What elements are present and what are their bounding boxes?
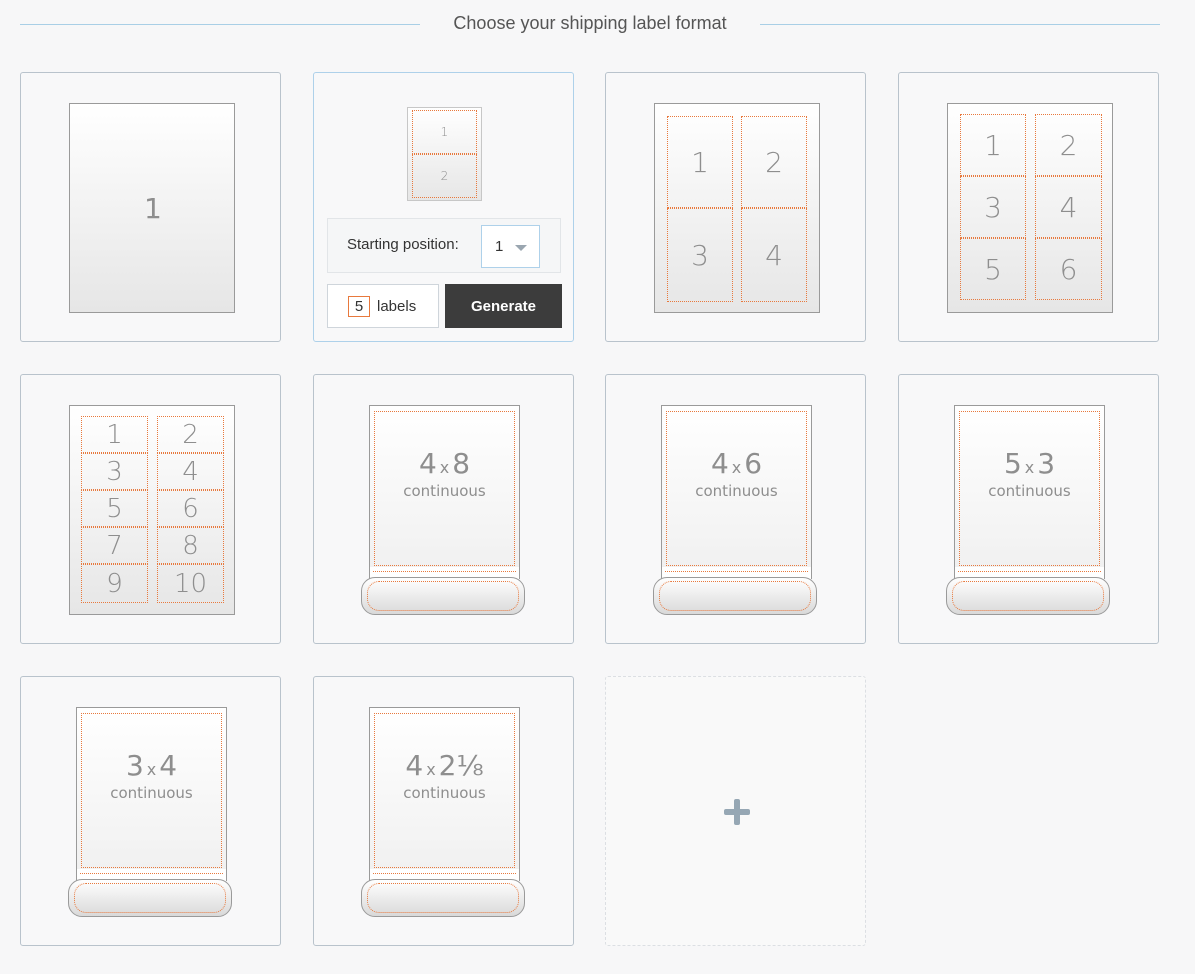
label-cell: 3 [960, 176, 1026, 238]
label-number: 1 [144, 192, 162, 225]
roll-cylinder [946, 577, 1110, 615]
labels-count-unit: labels [377, 298, 417, 315]
format-card-10-per-page[interactable]: 1 2 3 4 5 6 7 8 9 10 [20, 374, 281, 644]
label-type: continuous [988, 482, 1071, 500]
generate-button[interactable]: Generate [445, 284, 562, 328]
format-card-roll-4x8[interactable]: 4x8 continuous [313, 374, 574, 644]
label-cell: 9 [81, 564, 148, 603]
sheet-preview: 1 2 [407, 107, 482, 201]
label-type: continuous [695, 482, 778, 500]
starting-position-value: 1 [495, 238, 504, 255]
label-dimensions: 4x8 [418, 447, 471, 480]
label-type: continuous [110, 784, 193, 802]
roll-label-preview: 4x6 continuous [661, 405, 812, 577]
roll-cylinder [653, 577, 817, 615]
page-header: Choose your shipping label format [20, 0, 1160, 48]
format-card-6-per-page[interactable]: 1 2 3 4 5 6 [898, 72, 1159, 342]
plus-icon [724, 799, 750, 825]
label-cell: 4 [157, 453, 224, 490]
label-dimensions: 4x6 [710, 447, 763, 480]
label-cell: 10 [157, 564, 224, 603]
format-card-1-per-page[interactable]: 1 [20, 72, 281, 342]
sheet-preview: 1 2 3 4 5 6 [947, 103, 1113, 313]
labels-count-input[interactable]: 5 [348, 296, 370, 317]
chevron-down-icon [515, 245, 527, 251]
format-card-roll-5x3[interactable]: 5x3 continuous [898, 374, 1159, 644]
roll-cylinder [361, 879, 525, 917]
labels-count-field[interactable]: 5 labels [327, 284, 439, 328]
page-title: Choose your shipping label format [453, 13, 727, 33]
label-cell: 5 [81, 490, 148, 527]
label-cell: 8 [157, 527, 224, 564]
starting-position-select[interactable]: 1 [481, 225, 540, 268]
label-cell: 4 [1035, 176, 1102, 238]
roll-label-preview: 5x3 continuous [954, 405, 1105, 577]
label-cell: 5 [960, 238, 1026, 300]
label-cell: 2 [741, 116, 807, 208]
format-card-2-per-page-selected[interactable]: 1 2 Starting position: 1 5 labels Genera… [313, 72, 574, 342]
sheet-preview: 1 2 3 4 [654, 103, 820, 313]
label-cell: 1 [960, 114, 1026, 176]
sheet-preview: 1 [69, 103, 235, 313]
format-card-roll-4x6[interactable]: 4x6 continuous [605, 374, 866, 644]
label-cell: 1 [412, 110, 477, 154]
label-cell: 1 [667, 116, 733, 208]
label-dimensions: 3x4 [125, 749, 178, 782]
add-custom-format-card[interactable] [605, 676, 866, 946]
label-cell: 3 [81, 453, 148, 490]
starting-position-row: Starting position: 1 [327, 218, 561, 273]
starting-position-label: Starting position: [347, 236, 459, 253]
label-cell: 6 [157, 490, 224, 527]
label-type: continuous [403, 482, 486, 500]
label-cell: 2 [1035, 114, 1102, 176]
roll-label-preview: 4x8 continuous [369, 405, 520, 577]
format-card-4-per-page[interactable]: 1 2 3 4 [605, 72, 866, 342]
label-cell: 2 [412, 154, 477, 198]
roll-label-preview: 3x4 continuous [76, 707, 227, 879]
format-card-roll-4x2-1-8[interactable]: 4 x 2⅛ continuous [313, 676, 574, 946]
label-dimensions: 5x3 [1003, 447, 1056, 480]
roll-cylinder [361, 577, 525, 615]
sheet-preview: 1 2 3 4 5 6 7 8 9 10 [69, 405, 235, 615]
label-cell: 2 [157, 416, 224, 453]
roll-label-preview: 4 x 2⅛ continuous [369, 707, 520, 879]
format-card-roll-3x4[interactable]: 3x4 continuous [20, 676, 281, 946]
label-cell: 4 [741, 208, 807, 302]
roll-cylinder [68, 879, 232, 917]
label-cell: 1 [81, 416, 148, 453]
label-cell: 7 [81, 527, 148, 564]
label-cell: 6 [1035, 238, 1102, 300]
label-cell: 3 [667, 208, 733, 302]
label-dimensions: 4 x 2⅛ [405, 749, 484, 782]
label-type: continuous [403, 784, 486, 802]
